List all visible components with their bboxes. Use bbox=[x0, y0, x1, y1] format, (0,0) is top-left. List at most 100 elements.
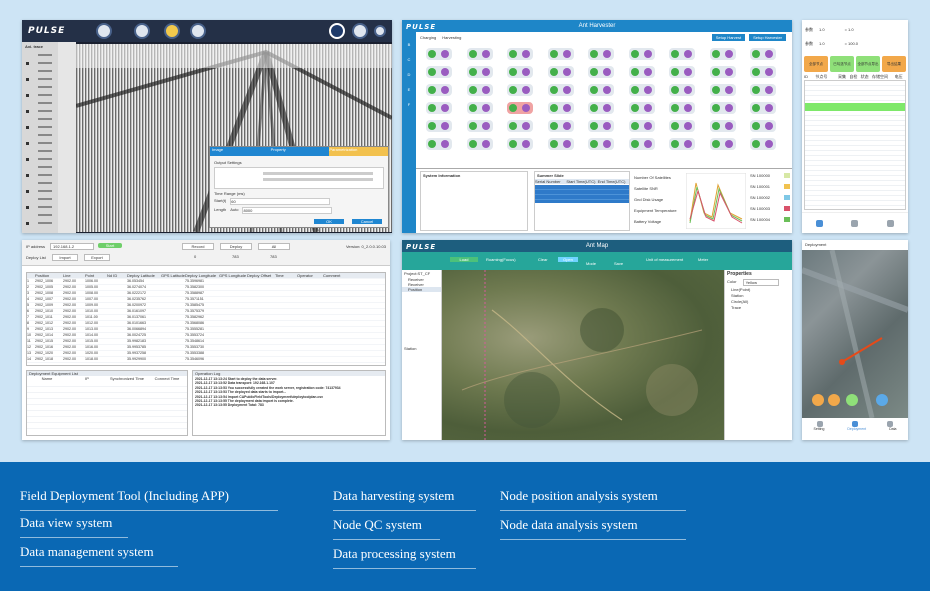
node-slot[interactable] bbox=[426, 48, 452, 60]
node-slot[interactable] bbox=[669, 48, 696, 60]
node-slot[interactable] bbox=[426, 120, 452, 132]
node-slot[interactable] bbox=[628, 66, 655, 78]
import-button[interactable]: Import bbox=[52, 254, 78, 261]
node-slot[interactable] bbox=[466, 102, 493, 114]
node-slot[interactable] bbox=[628, 120, 655, 132]
nav-deployment[interactable]: Deployment bbox=[847, 427, 866, 432]
param-op[interactable]: = 100.0 bbox=[845, 41, 858, 46]
side-letter-e[interactable]: E bbox=[402, 87, 416, 92]
node-slot[interactable] bbox=[709, 120, 736, 132]
link-node-data-analysis-system[interactable]: Node data analysis system bbox=[500, 517, 686, 540]
link-field-deployment-tool[interactable]: Field Deployment Tool (Including APP) bbox=[20, 488, 278, 511]
ok-button[interactable]: OK bbox=[314, 219, 344, 224]
start-button[interactable]: Start bbox=[98, 243, 122, 248]
node-slot[interactable] bbox=[669, 84, 696, 96]
unit-select[interactable]: Meter bbox=[698, 257, 708, 262]
data-icon[interactable] bbox=[886, 219, 894, 227]
node-slot[interactable] bbox=[588, 48, 615, 60]
node-slot[interactable] bbox=[628, 138, 655, 150]
node-slot[interactable] bbox=[750, 66, 777, 78]
link-data-view-system[interactable]: Data view system bbox=[20, 515, 128, 538]
node-slot[interactable] bbox=[628, 102, 655, 114]
export-nodes-button[interactable]: 全部节点导出 bbox=[856, 56, 880, 72]
prop-option[interactable]: Trace bbox=[725, 304, 792, 310]
param-op[interactable]: = 1.0 bbox=[845, 27, 854, 32]
node-slot[interactable] bbox=[426, 66, 452, 78]
node-slot[interactable] bbox=[426, 84, 452, 96]
node-slot[interactable] bbox=[628, 48, 655, 60]
node-slot[interactable] bbox=[547, 138, 574, 150]
side-letter-f[interactable]: F bbox=[402, 102, 416, 107]
tree-item[interactable]: Position bbox=[402, 287, 441, 292]
node-slot[interactable] bbox=[507, 48, 534, 60]
setup-harvest-button[interactable]: Setup Harvest bbox=[711, 34, 746, 41]
link-data-processing-system[interactable]: Data processing system bbox=[333, 546, 476, 569]
radio-harvesting[interactable]: Harvesting bbox=[442, 35, 461, 40]
nav-setting[interactable]: Setting bbox=[814, 427, 825, 432]
node-slot[interactable] bbox=[588, 138, 615, 150]
mobile-satellite-map[interactable] bbox=[802, 249, 908, 419]
load-tab[interactable]: Load bbox=[450, 257, 478, 262]
side-letter-d[interactable]: D bbox=[402, 72, 416, 77]
node-slot[interactable] bbox=[669, 138, 696, 150]
satellite-map[interactable] bbox=[442, 270, 724, 440]
save-button[interactable]: Save bbox=[614, 261, 623, 266]
param-value[interactable]: 1.0 bbox=[819, 41, 825, 46]
mode-button[interactable]: Mode bbox=[586, 261, 596, 266]
tree-root[interactable]: Project:ST_CF bbox=[402, 270, 441, 277]
deploy-icon[interactable] bbox=[851, 219, 859, 227]
node-slot[interactable] bbox=[709, 138, 736, 150]
setup-harvester-button[interactable]: Setup Harvester bbox=[749, 34, 786, 41]
node-slot[interactable] bbox=[466, 48, 493, 60]
length-input[interactable]: 8000 bbox=[242, 207, 333, 214]
node-slot[interactable] bbox=[547, 66, 574, 78]
selected-row[interactable] bbox=[805, 103, 905, 111]
side-letter-b[interactable]: B bbox=[402, 42, 416, 47]
node-slot[interactable] bbox=[588, 120, 615, 132]
table-row[interactable]: 14 2902_1018 2902.00 1018.00 35.9929900 75.35… bbox=[27, 356, 385, 362]
radio-charging[interactable]: Charging bbox=[420, 35, 436, 40]
node-slot[interactable] bbox=[547, 84, 574, 96]
link-data-harvesting-system[interactable]: Data harvesting system bbox=[333, 488, 476, 511]
node-slot[interactable] bbox=[709, 48, 736, 60]
all-nodes-button[interactable]: 全部节点 bbox=[804, 56, 828, 72]
node-slot[interactable] bbox=[588, 66, 615, 78]
link-data-management-system[interactable]: Data management system bbox=[20, 544, 178, 567]
tab-image[interactable]: Image bbox=[210, 147, 271, 156]
node-slot[interactable] bbox=[466, 66, 493, 78]
export-result-button[interactable]: 导出结果 bbox=[882, 56, 906, 72]
node-slot[interactable] bbox=[588, 102, 615, 114]
node-slot[interactable] bbox=[628, 84, 655, 96]
node-slot[interactable] bbox=[750, 48, 777, 60]
deploy-button[interactable]: Deploy bbox=[220, 243, 252, 250]
tab-property[interactable]: Property bbox=[270, 147, 330, 156]
node-slot[interactable] bbox=[426, 138, 452, 150]
node-slot[interactable] bbox=[507, 66, 534, 78]
node-slot[interactable] bbox=[709, 66, 736, 78]
node-slot[interactable] bbox=[547, 102, 574, 114]
link-node-qc-system[interactable]: Node QC system bbox=[333, 517, 440, 540]
open-button[interactable]: Open bbox=[558, 257, 578, 262]
record-button[interactable]: Record bbox=[182, 243, 214, 250]
node-slot[interactable] bbox=[547, 120, 574, 132]
all-button[interactable]: All bbox=[258, 243, 290, 250]
auto-label[interactable]: Auto bbox=[230, 207, 238, 214]
checked-nodes-button[interactable]: 已勾选节点 bbox=[830, 56, 854, 72]
node-slot[interactable] bbox=[669, 120, 696, 132]
node-slot[interactable] bbox=[750, 84, 777, 96]
node-slot[interactable] bbox=[507, 84, 534, 96]
cancel-button[interactable]: Cancel bbox=[352, 219, 382, 224]
node-slot[interactable] bbox=[669, 102, 696, 114]
node-slot-error[interactable] bbox=[507, 102, 534, 114]
export-button[interactable]: Export bbox=[84, 254, 110, 261]
node-slot[interactable] bbox=[709, 84, 736, 96]
node-slot[interactable] bbox=[547, 48, 574, 60]
node-slot[interactable] bbox=[750, 138, 777, 150]
link-node-position-analysis-system[interactable]: Node position analysis system bbox=[500, 488, 686, 511]
close-icon[interactable] bbox=[374, 25, 386, 37]
roaming-tab[interactable]: Roaming(Focus) bbox=[486, 257, 516, 262]
settings-icon[interactable] bbox=[816, 219, 824, 227]
node-slot[interactable] bbox=[507, 138, 534, 150]
clear-button[interactable]: Clear bbox=[538, 257, 548, 262]
side-letter-c[interactable]: C bbox=[402, 57, 416, 62]
